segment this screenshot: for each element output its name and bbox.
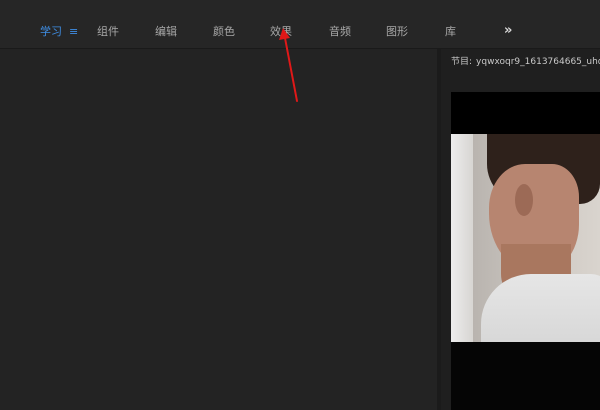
premiere-workspace: 学习 ≡ 组件 编辑 颜色 效果 音频 图形 库 » 节目: yqwxoqr9_1… [0,0,600,410]
annotation-arrow-icon [279,28,298,102]
